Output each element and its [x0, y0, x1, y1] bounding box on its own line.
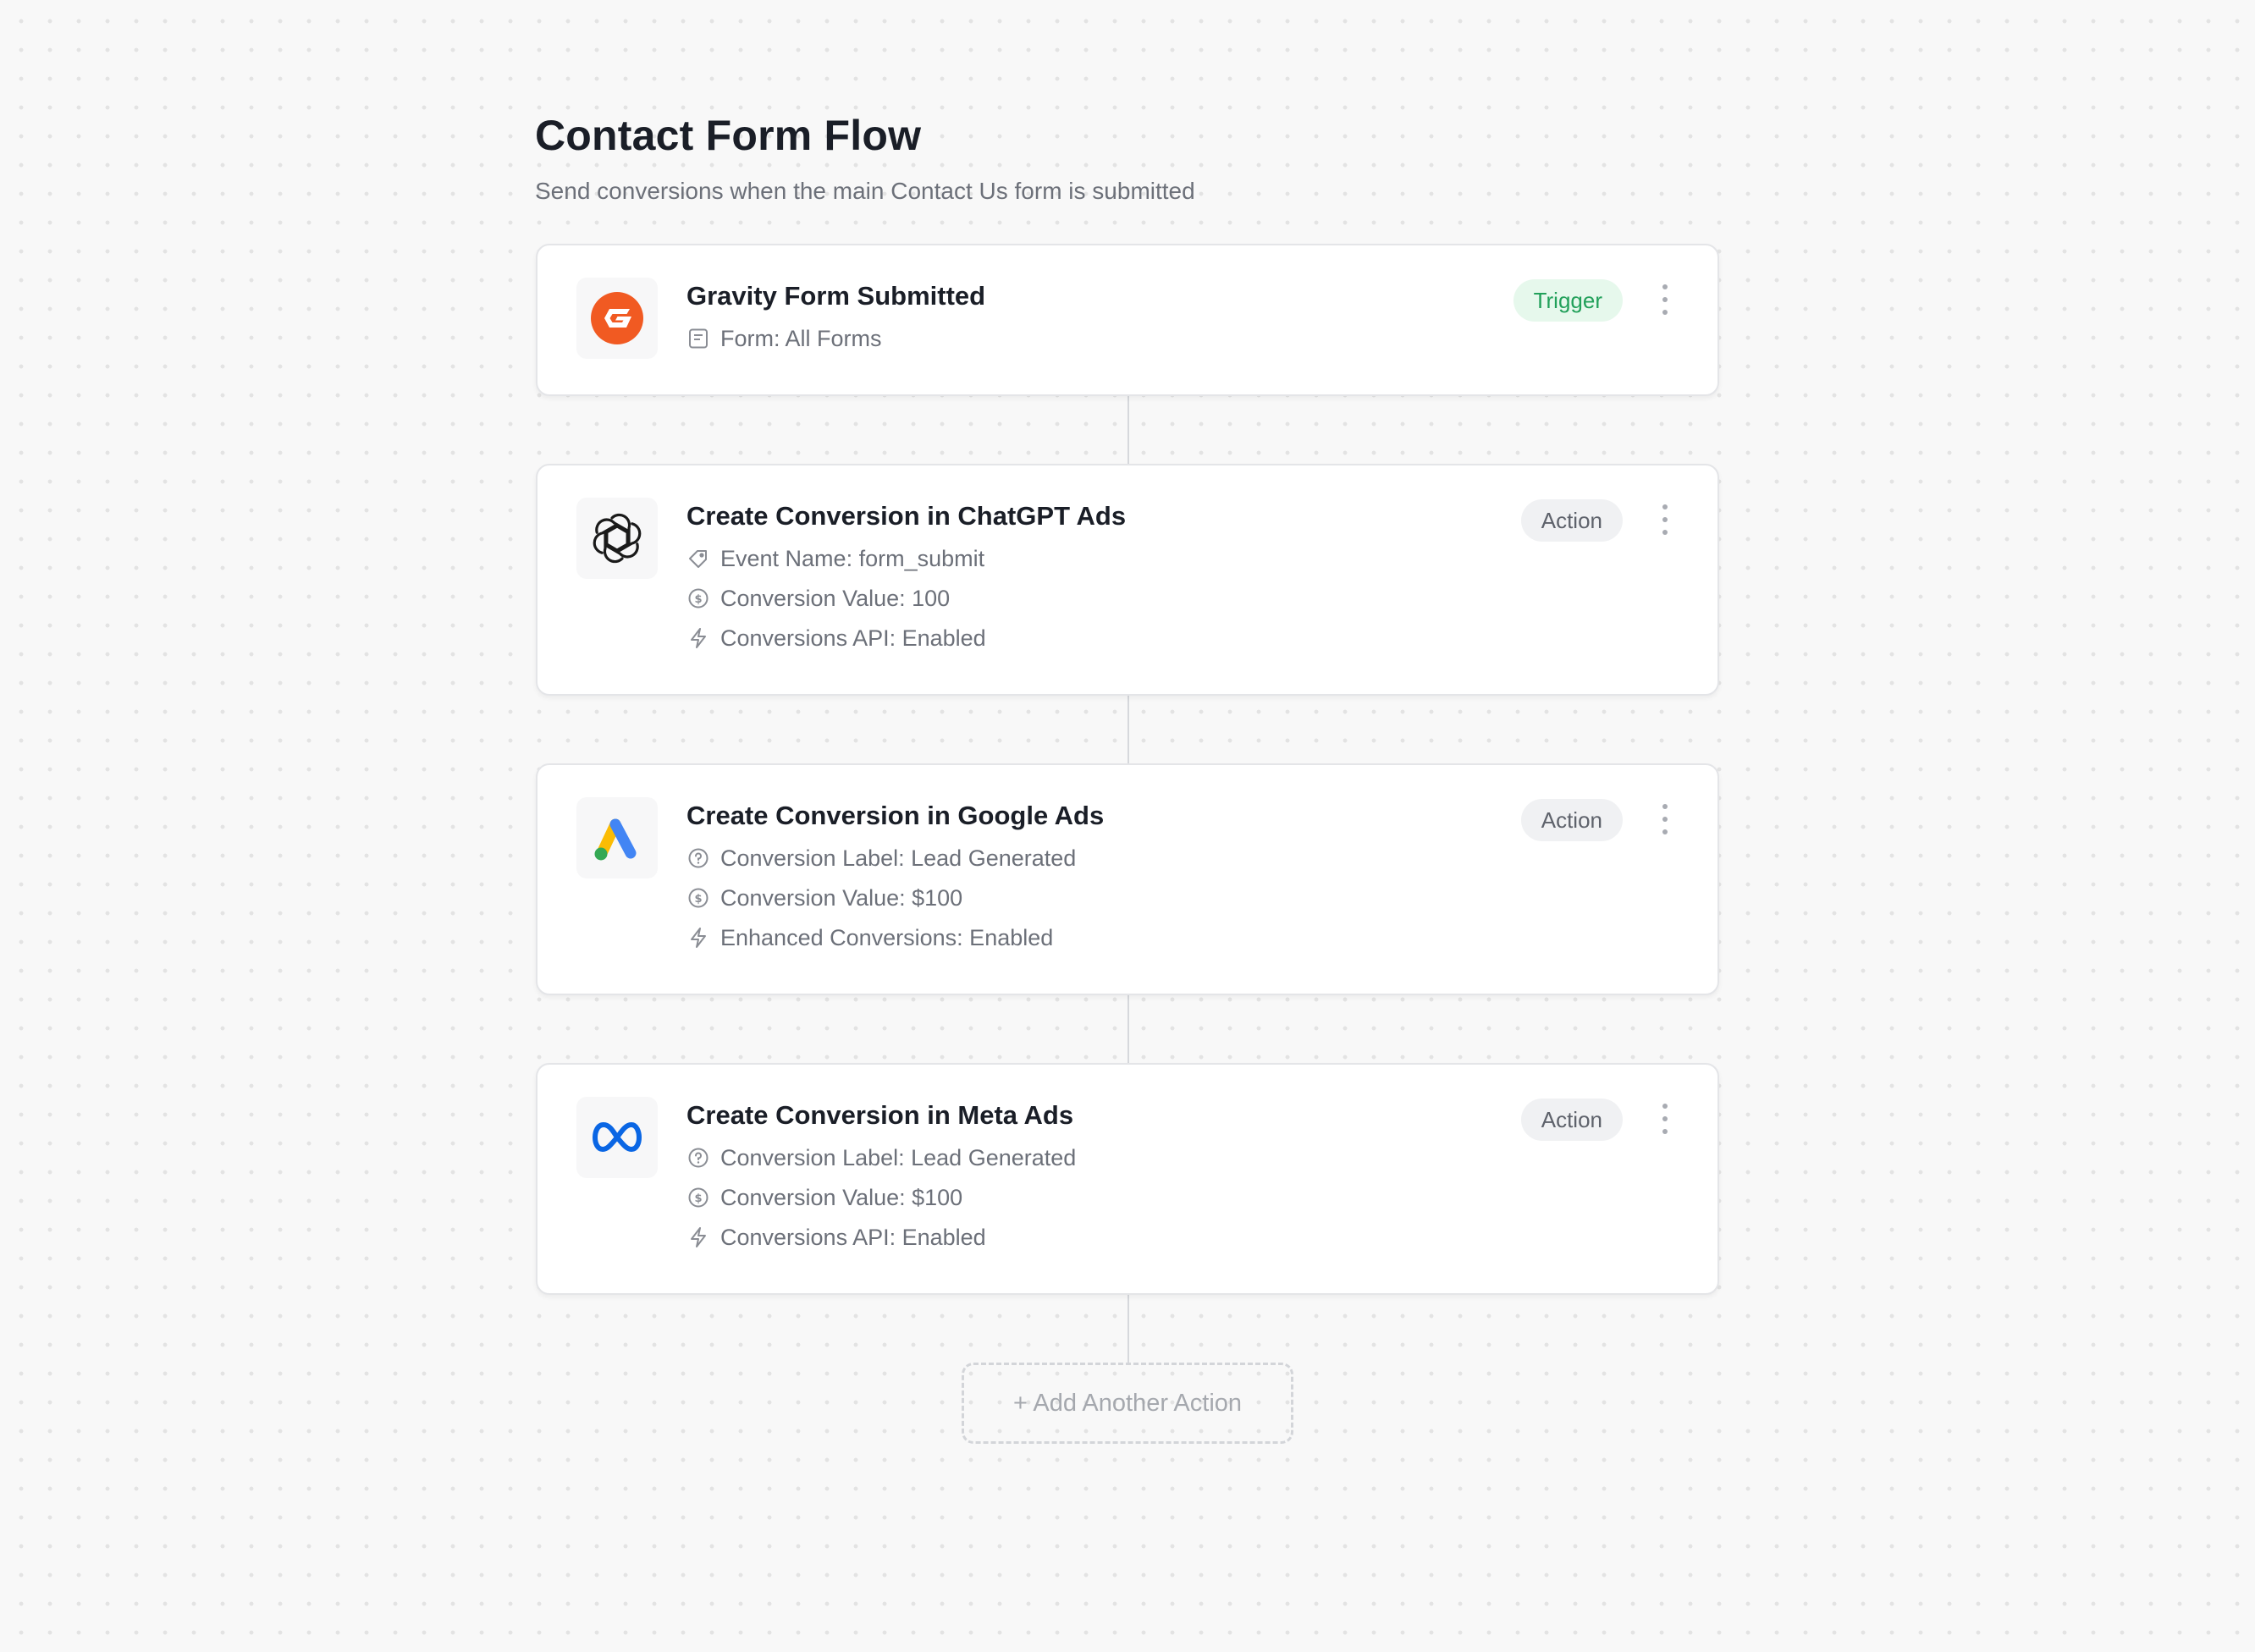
connector-line — [1128, 1295, 1129, 1364]
detail-text: Conversion Value: 100 — [720, 585, 951, 611]
dollar-circle-icon: $ — [686, 586, 710, 610]
flow-step-card-trigger[interactable]: Gravity Form Submitted Form: All Forms T… — [536, 244, 1719, 396]
google-ads-logo — [576, 797, 658, 878]
page-header: Contact Form Flow Send conversions when … — [535, 108, 1720, 206]
flow-step-card-google-ads[interactable]: Create Conversion in Google Ads Conversi… — [536, 763, 1719, 995]
detail-text: Conversion Value: $100 — [720, 884, 963, 911]
meta-logo — [576, 1097, 658, 1178]
add-another-action-button[interactable]: + Add Another Action — [962, 1363, 1293, 1444]
page-title: Contact Form Flow — [535, 112, 922, 159]
step-detail: Enhanced Conversions: Enabled — [686, 923, 1548, 952]
step-detail: Conversion Label: Lead Generated — [686, 1143, 1548, 1172]
more-options-icon[interactable] — [1657, 504, 1673, 535]
step-detail: Conversion Label: Lead Generated — [686, 844, 1548, 873]
detail-text: Conversion Value: $100 — [720, 1184, 963, 1210]
lightning-icon — [686, 626, 710, 650]
step-title: Create Conversion in ChatGPT Ads — [686, 501, 1127, 531]
detail-text: Enhanced Conversions: Enabled — [720, 924, 1054, 950]
lightning-icon — [686, 926, 710, 950]
question-circle-icon — [686, 846, 710, 870]
detail-text: Form: All Forms — [720, 325, 882, 351]
question-circle-icon — [686, 1146, 710, 1170]
step-detail: Form: All Forms — [686, 324, 1548, 353]
more-options-icon[interactable] — [1657, 1104, 1673, 1134]
action-badge: Action — [1520, 499, 1623, 542]
openai-logo — [576, 498, 658, 579]
lightning-icon — [686, 1225, 710, 1249]
svg-text:$: $ — [694, 593, 702, 606]
step-detail: $ Conversion Value: $100 — [686, 884, 1548, 912]
more-options-icon[interactable] — [1657, 284, 1673, 315]
step-detail: $ Conversion Value: $100 — [686, 1183, 1548, 1212]
detail-text: Conversions API: Enabled — [720, 625, 986, 651]
connector-line — [1128, 995, 1129, 1065]
tag-icon — [686, 547, 710, 570]
step-body: Create Conversion in Google Ads Conversi… — [686, 799, 1548, 952]
step-body: Create Conversion in Meta Ads Conversion… — [686, 1099, 1548, 1252]
more-options-icon[interactable] — [1657, 804, 1673, 834]
step-body: Gravity Form Submitted Form: All Forms — [686, 279, 1548, 353]
trigger-badge: Trigger — [1513, 279, 1623, 322]
step-title: Gravity Form Submitted — [686, 281, 986, 311]
flow-page: Contact Form Flow Send conversions when … — [0, 0, 2255, 1652]
step-detail: Conversions API: Enabled — [686, 1223, 1548, 1252]
step-detail: Conversions API: Enabled — [686, 624, 1548, 653]
connector-line — [1128, 696, 1129, 765]
svg-text:$: $ — [694, 893, 702, 906]
step-detail: Event Name: form_submit — [686, 544, 1548, 573]
action-badge: Action — [1520, 1099, 1623, 1141]
detail-text: Conversion Label: Lead Generated — [720, 845, 1077, 871]
gravity-forms-logo — [576, 278, 658, 359]
flow-step-card-chatgpt[interactable]: Create Conversion in ChatGPT Ads Event N… — [536, 464, 1719, 696]
connector-line — [1128, 396, 1129, 465]
detail-text: Conversions API: Enabled — [720, 1224, 986, 1250]
detail-text: Conversion Label: Lead Generated — [720, 1144, 1077, 1170]
page-subtitle: Send conversions when the main Contact U… — [535, 178, 1195, 204]
flow-step-card-meta-ads[interactable]: Create Conversion in Meta Ads Conversion… — [536, 1063, 1719, 1295]
step-body: Create Conversion in ChatGPT Ads Event N… — [686, 499, 1548, 653]
detail-text: Event Name: form_submit — [720, 545, 985, 571]
action-badge: Action — [1520, 799, 1623, 841]
dollar-circle-icon: $ — [686, 886, 710, 910]
step-title: Create Conversion in Google Ads — [686, 801, 1105, 830]
step-title: Create Conversion in Meta Ads — [686, 1100, 1074, 1130]
dollar-circle-icon: $ — [686, 1186, 710, 1209]
svg-text:$: $ — [694, 1192, 702, 1205]
form-icon — [686, 327, 710, 350]
step-detail: $ Conversion Value: 100 — [686, 584, 1548, 613]
